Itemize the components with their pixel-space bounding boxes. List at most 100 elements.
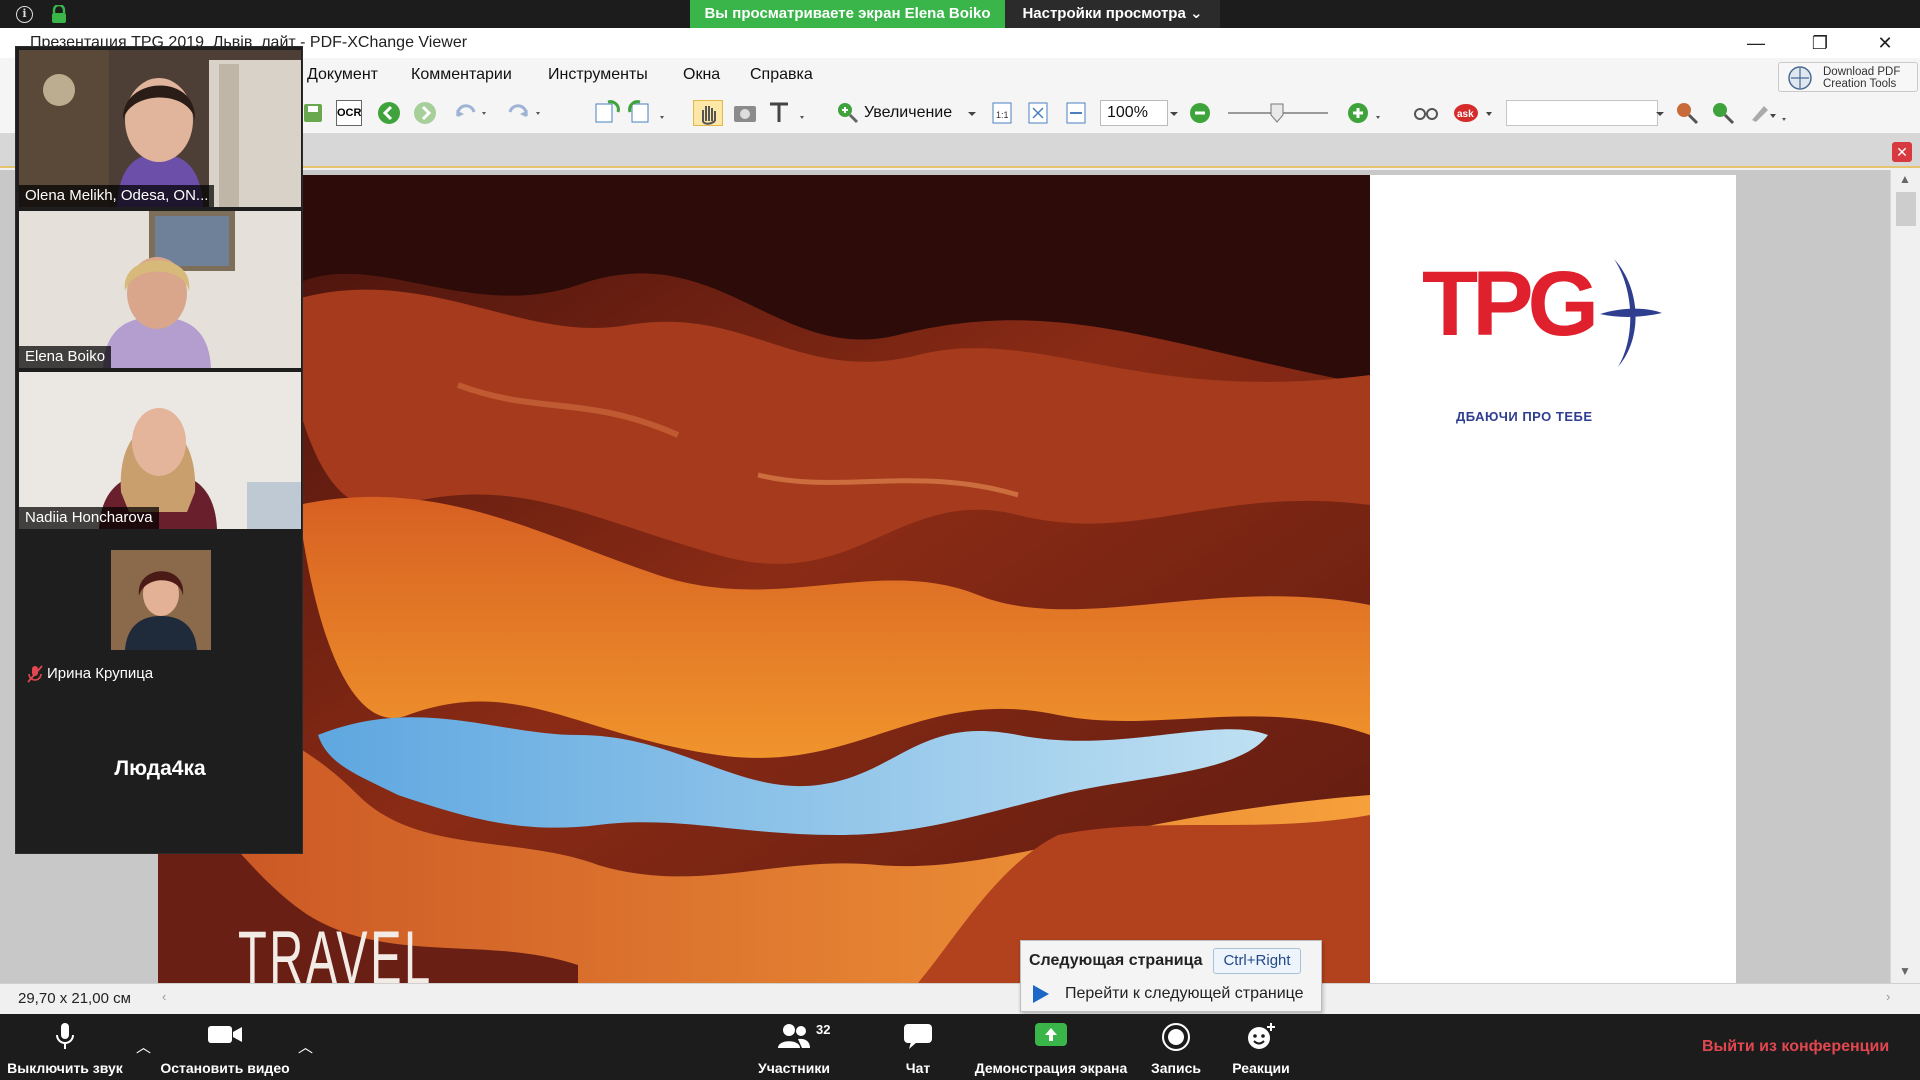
reactions-label: Реакции: [1232, 1060, 1290, 1076]
pdf-page[interactable]: TRAVEL TPG ДБАЮЧИ ПРО ТЕБЕ: [158, 175, 1736, 983]
find-next-icon[interactable]: [1710, 100, 1736, 126]
menu-help[interactable]: Справка: [750, 66, 813, 84]
zoom-meeting-controls: Выключить звук ︿ Остановить видео ︿ Учас…: [0, 1014, 1920, 1080]
mic-off-icon: [27, 665, 43, 683]
stop-video-button[interactable]: Остановить видео: [158, 1014, 292, 1080]
redo-icon[interactable]: [504, 100, 544, 126]
chevron-down-icon[interactable]: [966, 100, 978, 126]
menu-windows[interactable]: Окна: [683, 66, 720, 84]
tooltip-title: Следующая страница: [1029, 952, 1203, 969]
chat-icon: [904, 1024, 932, 1049]
participants-icon: [778, 1024, 810, 1048]
tpg-tagline: ДБАЮЧИ ПРО ТЕБЕ: [1456, 409, 1593, 424]
participant-name: Nadiia Honcharova: [19, 507, 159, 529]
find-previous-icon[interactable]: [1674, 100, 1700, 126]
menu-tools[interactable]: Инструменты: [548, 66, 648, 84]
next-page-arrow-icon: [1033, 985, 1049, 1003]
text-select-icon[interactable]: [766, 100, 808, 126]
close-window-button[interactable]: ✕: [1855, 28, 1915, 58]
participant-name: Люда4ка: [114, 757, 206, 780]
leave-meeting-button[interactable]: Выйти из конференции: [1702, 1038, 1889, 1056]
share-screen-icon: [1035, 1023, 1067, 1046]
screen-share-banner: Вы просматриваете экран Elena Boiko: [690, 0, 1005, 28]
fit-width-icon[interactable]: [1064, 100, 1088, 126]
tpg-logo: TPG: [1422, 257, 1662, 367]
participant-video: [19, 50, 301, 207]
scroll-left-icon[interactable]: ‹: [162, 989, 166, 1004]
signature-icon[interactable]: [1748, 100, 1794, 126]
participant-video: [19, 372, 301, 529]
participant-avatar: [111, 550, 211, 650]
record-icon: [1162, 1023, 1190, 1051]
maximize-button[interactable]: ❐: [1790, 28, 1850, 58]
vertical-scrollbar[interactable]: ▲ ▼: [1890, 170, 1920, 983]
fit-page-icon[interactable]: [1026, 100, 1050, 126]
share-screen-button[interactable]: Демонстрация экрана: [968, 1014, 1134, 1080]
info-icon[interactable]: i: [16, 6, 33, 23]
tpg-logo-letters: TPG: [1422, 257, 1594, 355]
rotate-right-icon[interactable]: [628, 100, 668, 126]
stop-video-label: Остановить видео: [160, 1060, 290, 1076]
forward-icon[interactable]: [412, 100, 438, 126]
chevron-down-icon[interactable]: [1168, 100, 1180, 126]
participant-tile-no-video[interactable]: Люда4ка: [19, 697, 301, 847]
lock-icon[interactable]: [50, 5, 68, 24]
actual-size-icon[interactable]: 1:1: [990, 100, 1014, 126]
microphone-icon: [56, 1023, 74, 1049]
scroll-thumb[interactable]: [1896, 192, 1916, 226]
zoom-top-bar: i Вы просматриваете экран Elena Boiko На…: [0, 0, 1920, 28]
video-options-chevron-up-icon[interactable]: ︿: [298, 1036, 313, 1057]
zoom-slider[interactable]: [1228, 100, 1328, 126]
participant-tile-active-speaker[interactable]: Elena Boiko: [19, 211, 301, 368]
scroll-right-icon[interactable]: ›: [1886, 989, 1890, 1004]
snapshot-icon[interactable]: [732, 100, 758, 126]
audio-options-chevron-up-icon[interactable]: ︿: [136, 1036, 151, 1057]
zoom-slider-thumb[interactable]: [1270, 103, 1284, 123]
zoom-in-icon[interactable]: [836, 100, 860, 126]
chevron-down-icon[interactable]: [1654, 100, 1666, 126]
participant-name: Olena Melikh, Odesa, ON...: [19, 185, 215, 207]
zoom-percent-field[interactable]: 100%: [1100, 100, 1168, 126]
view-options-dropdown[interactable]: Настройки просмотра ⌄: [1005, 0, 1220, 28]
participant-tile[interactable]: Olena Melikh, Odesa, ON...: [19, 50, 301, 207]
save-icon[interactable]: [302, 100, 324, 126]
mute-button[interactable]: Выключить звук: [0, 1014, 130, 1080]
participant-name: Ирина Крупица: [47, 665, 154, 682]
participant-tile[interactable]: Nadiia Honcharova: [19, 372, 301, 529]
chat-button[interactable]: Чат: [880, 1014, 956, 1080]
tooltip-shortcut: Ctrl+Right: [1213, 948, 1301, 974]
view-options-label: Настройки просмотра: [1022, 5, 1186, 22]
glasses-icon[interactable]: [1412, 100, 1440, 126]
minimize-button[interactable]: —: [1726, 28, 1786, 58]
globe-icon: [1788, 66, 1812, 90]
svg-text:1:1: 1:1: [996, 110, 1009, 120]
scroll-down-icon[interactable]: ▼: [1899, 964, 1911, 978]
participants-gallery[interactable]: Olena Melikh, Odesa, ON... Elena Boiko N…: [15, 46, 303, 854]
menu-comments[interactable]: Комментарии: [411, 66, 512, 84]
zoom-tool-label[interactable]: Увеличение: [864, 104, 952, 122]
back-icon[interactable]: [376, 100, 402, 126]
rotate-left-icon[interactable]: [592, 100, 620, 126]
close-document-button[interactable]: ✕: [1892, 142, 1912, 162]
add-icon[interactable]: [1346, 100, 1384, 126]
emoji-reaction-icon: [1248, 1023, 1275, 1049]
participant-tile-avatar[interactable]: Ирина Крупица: [19, 533, 301, 690]
record-label: Запись: [1150, 1060, 1201, 1076]
video-camera-icon: [208, 1026, 242, 1043]
search-input[interactable]: [1506, 100, 1658, 126]
record-button[interactable]: Запись: [1140, 1014, 1212, 1080]
status-bar: 29,70 x 21,00 см ‹ ›: [0, 983, 1920, 1014]
svg-text:ask: ask: [1457, 109, 1474, 120]
download-tools-label: Download PDF Creation Tools: [1823, 66, 1901, 90]
undo-icon[interactable]: [452, 100, 490, 126]
ask-icon[interactable]: ask: [1452, 100, 1496, 126]
menu-document[interactable]: Документ: [307, 66, 378, 84]
reactions-button[interactable]: Реакции: [1220, 1014, 1302, 1080]
download-pdf-tools-button[interactable]: Download PDF Creation Tools: [1778, 62, 1918, 92]
canyon-photo: [158, 175, 1370, 983]
ocr-button[interactable]: OCR: [336, 100, 362, 126]
mute-label: Выключить звук: [7, 1060, 123, 1076]
zoom-out-icon[interactable]: [1188, 100, 1212, 126]
scroll-up-icon[interactable]: ▲: [1899, 172, 1911, 186]
hand-tool-button[interactable]: [693, 100, 723, 126]
